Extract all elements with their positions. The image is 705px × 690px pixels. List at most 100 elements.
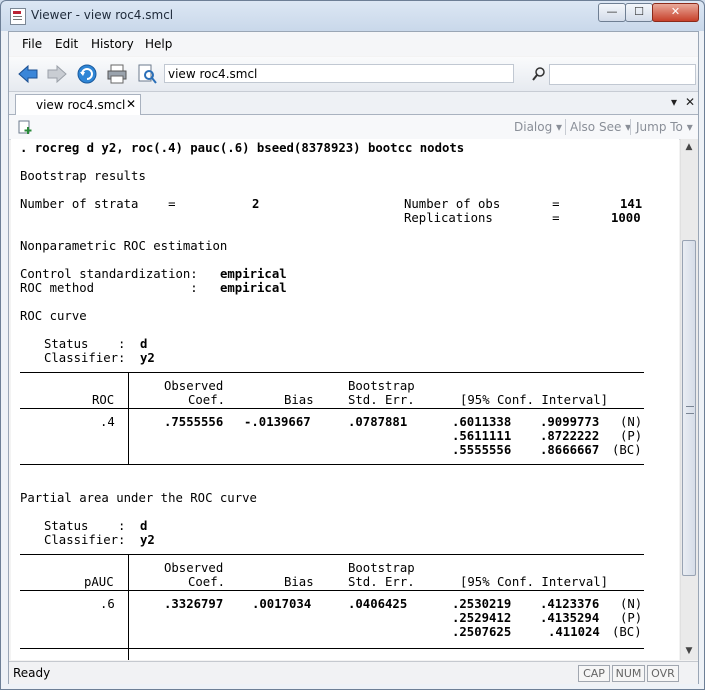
roc-ci-hi: .9099773: [540, 415, 600, 429]
obs-value: 141: [620, 197, 643, 211]
menu-edit[interactable]: Edit: [55, 37, 78, 51]
roc-coef: .7555556: [164, 415, 224, 429]
hdr-stderr: Std. Err.: [348, 393, 415, 407]
hdr-bootstrap: Bootstrap: [348, 379, 415, 393]
menu-file[interactable]: File: [22, 37, 42, 51]
hdr-roc: ROC: [92, 393, 115, 407]
search-document-icon[interactable]: [136, 63, 158, 85]
menu-help[interactable]: Help: [145, 37, 172, 51]
status-label: Status :: [44, 519, 126, 533]
menu-history[interactable]: History: [91, 37, 134, 51]
table-column-rule: [128, 554, 129, 660]
classifier-value: y2: [140, 533, 155, 547]
tab-list-chevron-icon[interactable]: ▾: [671, 95, 677, 109]
pauc-ci-type: (N): [620, 597, 643, 611]
close-window-button[interactable]: ✕: [652, 3, 699, 22]
separator: [565, 119, 566, 135]
results-pane[interactable]: . rocreg d y2, roc(.4) pauc(.6) bseed(83…: [11, 139, 679, 660]
grip-icon: [686, 406, 694, 414]
scroll-up-icon[interactable]: ▲: [684, 142, 694, 152]
table-rule: [20, 648, 644, 649]
find-input[interactable]: [549, 64, 696, 85]
status-value: d: [140, 519, 148, 533]
pauc-stderr: .0406425: [348, 597, 408, 611]
status-text: Ready: [13, 666, 51, 680]
classifier-value: y2: [140, 351, 155, 365]
pauc-ci-hi: .4123376: [540, 597, 600, 611]
scroll-down-icon[interactable]: ▼: [684, 646, 694, 656]
obs-label: Number of obs =: [404, 197, 560, 211]
jump-to-dropdown[interactable]: Jump To ▾: [636, 120, 693, 134]
table-rule: [20, 554, 644, 555]
hdr-observed: Observed: [164, 561, 224, 575]
back-arrow-icon[interactable]: [17, 63, 39, 85]
reps-label: Replications =: [404, 211, 560, 225]
ovr-indicator: OVR: [647, 665, 679, 682]
reps-value: 1000: [611, 211, 641, 225]
pauc-ci-type: (P): [620, 611, 643, 625]
forward-arrow-icon[interactable]: [46, 63, 68, 85]
address-field[interactable]: view roc4.smcl: [164, 64, 514, 83]
dialog-dropdown[interactable]: Dialog ▾: [514, 120, 562, 134]
hdr-bias: Bias: [284, 575, 314, 589]
minimize-button[interactable]: —: [598, 3, 626, 22]
hdr-ci: [95% Conf. Interval]: [460, 575, 609, 589]
tab-bar: view roc4.smcl ✕ ▾ ✕: [9, 92, 698, 115]
new-tab-icon[interactable]: [17, 119, 33, 135]
table-rule: [20, 464, 644, 465]
num-indicator: NUM: [612, 665, 645, 682]
refresh-icon[interactable]: [76, 63, 98, 85]
hdr-stderr: Std. Err.: [348, 575, 415, 589]
classifier-label: Classifier:: [44, 533, 126, 547]
roc-ci-hi: .8666667: [540, 443, 600, 457]
window-title: Viewer - view roc4.smcl: [31, 8, 174, 22]
control-value: empirical: [220, 267, 287, 281]
roc-curve-title: ROC curve: [20, 309, 87, 323]
table-column-rule: [128, 372, 129, 465]
cap-indicator: CAP: [578, 665, 610, 682]
pauc-title: Partial area under the ROC curve: [20, 491, 257, 505]
roc-ci-type: (N): [620, 415, 643, 429]
tab-view-roc4[interactable]: view roc4.smcl ✕: [15, 94, 141, 115]
classifier-label: Classifier:: [44, 351, 126, 365]
np-title: Nonparametric ROC estimation: [20, 239, 228, 253]
also-see-dropdown[interactable]: Also See ▾: [570, 120, 631, 134]
tab-close-icon[interactable]: ✕: [126, 97, 136, 111]
title-bar[interactable]: Viewer - view roc4.smcl — ☐ ✕: [1, 1, 704, 31]
method-value: empirical: [220, 281, 287, 295]
separator: [630, 119, 631, 135]
viewer-toolbar: Dialog ▾ Also See ▾ Jump To ▾: [9, 115, 698, 140]
toolbar: view roc4.smcl: [9, 57, 698, 92]
command-line: . rocreg d y2, roc(.4) pauc(.6) bseed(83…: [20, 141, 465, 155]
status-bar: Ready CAP NUM OVR: [9, 661, 698, 684]
pauc-ci-hi: .4135294: [540, 611, 600, 625]
maximize-button[interactable]: ☐: [625, 3, 653, 22]
roc-ci-type: (P): [620, 429, 643, 443]
method-label: ROC method :: [20, 281, 198, 295]
control-label: Control standardization:: [20, 267, 198, 281]
close-all-icon[interactable]: ✕: [685, 95, 695, 109]
hdr-bootstrap: Bootstrap: [348, 561, 415, 575]
pauc-ci-type: (BC): [612, 625, 642, 639]
viewer-client: File Edit History Help view roc4.smcl vi…: [8, 31, 699, 684]
table-rule: [20, 590, 644, 591]
strata-value: 2: [252, 197, 260, 211]
roc-bias: -.0139667: [244, 415, 311, 429]
roc-ci-hi: .8722222: [540, 429, 600, 443]
strata-label: Number of strata =: [20, 197, 176, 211]
viewer-window: Viewer - view roc4.smcl — ☐ ✕ File Edit …: [0, 0, 705, 690]
scroll-thumb[interactable]: [682, 240, 696, 576]
hdr-observed: Observed: [164, 379, 224, 393]
print-icon[interactable]: [106, 63, 128, 85]
tab-label: view roc4.smcl: [36, 98, 126, 112]
roc-ci-lo: .5555556: [452, 443, 512, 457]
hdr-bias: Bias: [284, 393, 314, 407]
find-icon: [532, 67, 545, 81]
viewer-app-icon: [10, 8, 26, 25]
vertical-scrollbar[interactable]: ▲ ▼: [680, 139, 698, 660]
menu-bar: File Edit History Help: [9, 32, 698, 56]
pauc-ci-lo: .2507625: [452, 625, 512, 639]
hdr-coef: Coef.: [188, 393, 226, 407]
pauc-coef: .3326797: [164, 597, 224, 611]
pauc-param: .6: [100, 597, 115, 611]
